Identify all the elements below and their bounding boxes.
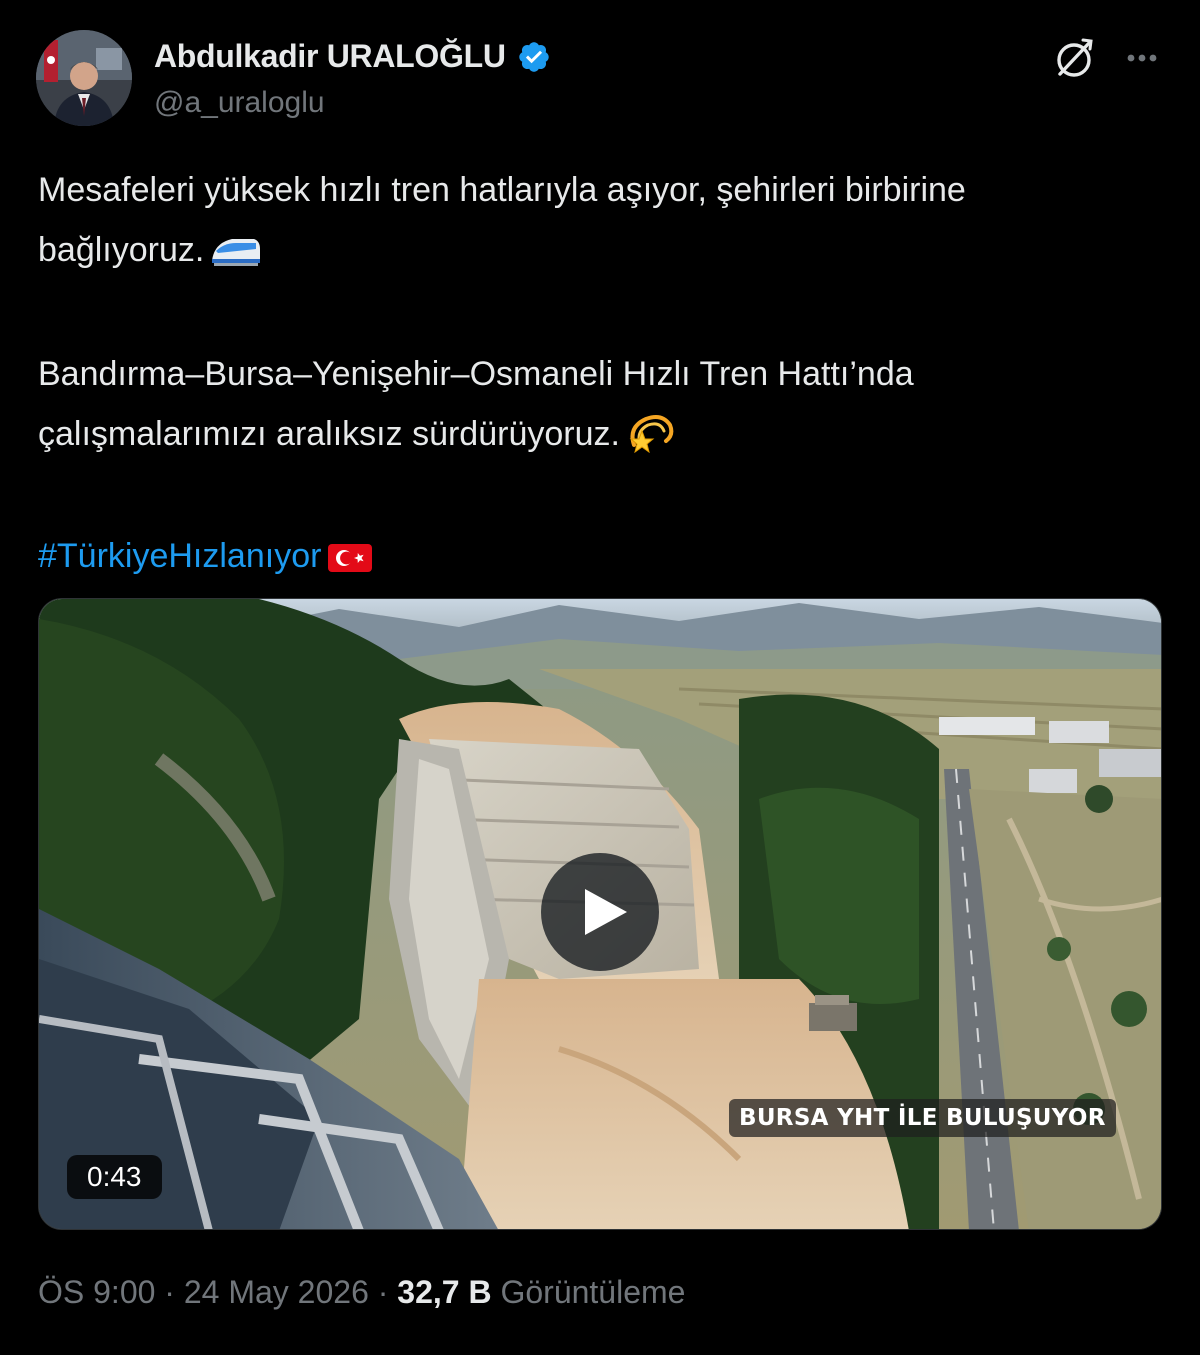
more-options-icon[interactable] <box>1118 34 1166 82</box>
hashtag-link[interactable]: #TürkiyeHızlanıyor <box>38 537 321 575</box>
video-player[interactable]: BURSA YHT İLE BULUŞUYOR 0:43 <box>38 598 1162 1230</box>
meta-separator: · <box>377 1274 389 1310</box>
tweet-line: çalışmalarımızı aralıksız sürdürüyoruz. <box>38 415 620 453</box>
play-button[interactable] <box>541 853 659 971</box>
tweet-line: bağlıyoruz. <box>38 231 205 269</box>
grok-icon[interactable] <box>1050 34 1098 82</box>
high-speed-train-icon <box>210 228 262 288</box>
post-date[interactable]: 24 May 2026 <box>184 1274 369 1310</box>
views-label: Görüntüleme <box>500 1274 686 1310</box>
tweet-line: Bandırma–Bursa–Yenişehir–Osmaneli Hızlı … <box>38 355 914 393</box>
video-caption: BURSA YHT İLE BULUŞUYOR <box>729 1099 1116 1137</box>
handle[interactable]: @a_uraloglu <box>154 86 325 120</box>
turkey-flag-icon <box>327 534 373 594</box>
tweet-text: Mesafeleri yüksek hızlı tren hatlarıyla … <box>38 160 1168 594</box>
post-time[interactable]: ÖS 9:00 <box>38 1274 155 1310</box>
dizzy-icon <box>626 409 676 472</box>
tweet-line-with-emoji: bağlıyoruz. <box>38 220 1168 288</box>
hashtag-line: #TürkiyeHızlanıyor <box>38 526 1168 594</box>
display-name[interactable]: Abdulkadir URALOĞLU <box>154 38 506 75</box>
play-icon <box>585 889 627 935</box>
verified-badge-icon[interactable] <box>516 39 552 75</box>
tweet-line-with-emoji: çalışmalarımızı aralıksız sürdürüyoruz. <box>38 404 1168 472</box>
tweet: Abdulkadir URALOĞLU @a_uraloglu Mesafele… <box>0 0 1200 1355</box>
video-duration: 0:43 <box>67 1155 162 1199</box>
avatar[interactable] <box>36 30 132 126</box>
views-count: 32,7 B <box>397 1274 492 1310</box>
tweet-meta: ÖS 9:00 · 24 May 2026 · 32,7 B Görüntüle… <box>38 1274 685 1311</box>
meta-separator: · <box>164 1274 175 1310</box>
author-name-row[interactable]: Abdulkadir URALOĞLU <box>154 38 552 75</box>
tweet-line: Mesafeleri yüksek hızlı tren hatlarıyla … <box>38 171 966 209</box>
